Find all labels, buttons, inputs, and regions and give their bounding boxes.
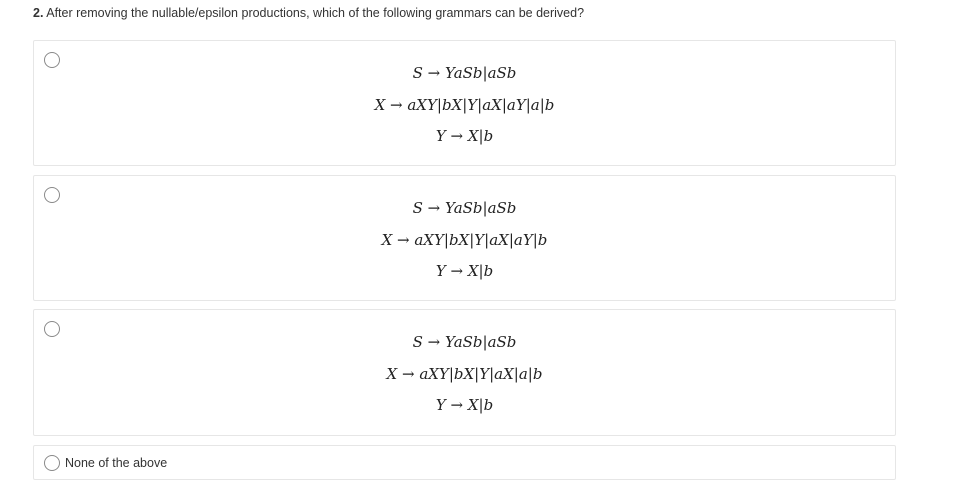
- production-s: S → YaSb|aSb: [412, 333, 517, 351]
- question-number: 2.: [33, 6, 44, 20]
- grammar-option-3: S → YaSb|aSb X → aXY|bX|Y|aX|a|b Y → X|b: [34, 332, 895, 427]
- production-s: S → YaSb|aSb: [412, 64, 517, 82]
- question-prompt: After removing the nullable/epsilon prod…: [46, 6, 585, 20]
- production-y: Y → X|b: [435, 396, 494, 414]
- production-x: X → aXY|bX|Y|aX|aY|a|b: [374, 95, 555, 114]
- production-x: X → aXY|bX|Y|aX|aY|b: [381, 230, 548, 249]
- answer-option-4[interactable]: None of the above: [33, 445, 896, 480]
- production-y: Y → X|b: [435, 127, 494, 145]
- production-s: S → YaSb|aSb: [412, 199, 517, 217]
- radio-button-option-4[interactable]: [44, 455, 60, 471]
- question-text: 2. After removing the nullable/epsilon p…: [33, 6, 584, 20]
- answer-option-2[interactable]: S → YaSb|aSb X → aXY|bX|Y|aX|aY|b Y → X|…: [33, 175, 896, 301]
- answer-option-3[interactable]: S → YaSb|aSb X → aXY|bX|Y|aX|a|b Y → X|b: [33, 309, 896, 436]
- production-y: Y → X|b: [435, 262, 494, 280]
- grammar-option-2: S → YaSb|aSb X → aXY|bX|Y|aX|aY|b Y → X|…: [34, 198, 895, 293]
- option-label-none-of-the-above: None of the above: [65, 456, 168, 470]
- grammar-option-1: S → YaSb|aSb X → aXY|bX|Y|aX|aY|a|b Y → …: [34, 63, 895, 158]
- production-x: X → aXY|bX|Y|aX|a|b: [386, 364, 543, 383]
- answer-option-1[interactable]: S → YaSb|aSb X → aXY|bX|Y|aX|aY|a|b Y → …: [33, 40, 896, 166]
